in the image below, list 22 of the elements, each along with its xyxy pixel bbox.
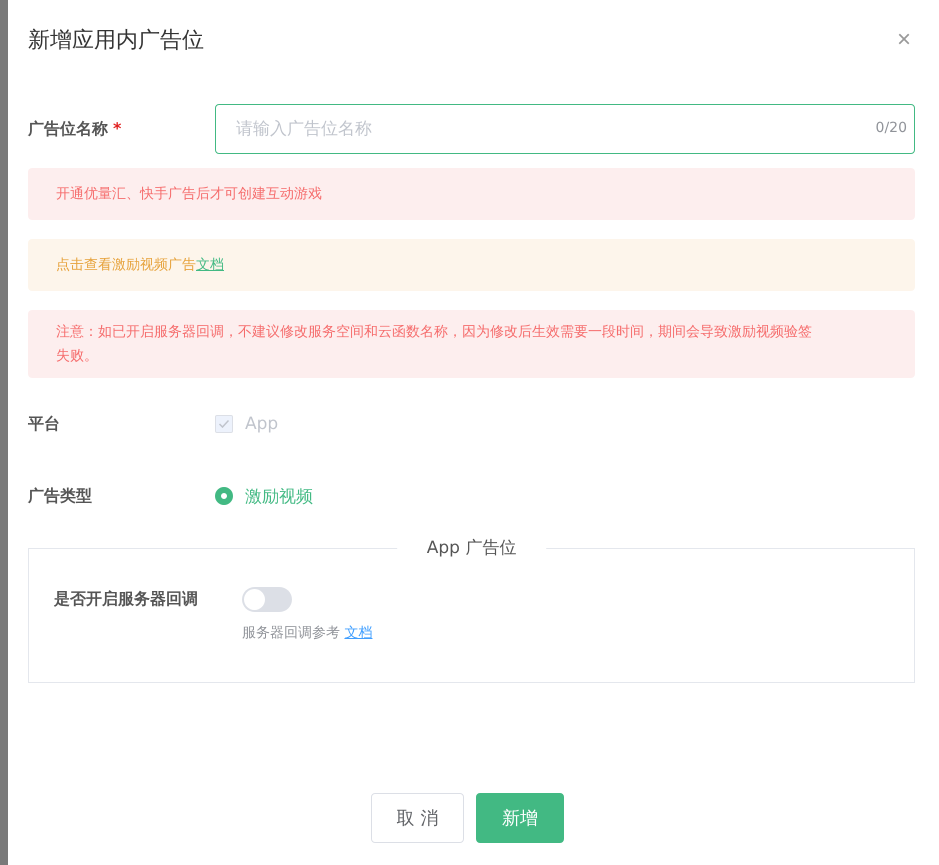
field-label: 是否开启服务器回调 [54,588,199,610]
dialog-title: 新增应用内广告位 [28,27,204,55]
field-label: 广告位名称 [28,118,108,140]
cancel-button[interactable]: 取 消 [371,793,464,843]
document-link[interactable]: 文档 [196,257,224,273]
checkbox-label: App [245,414,278,434]
field-label: 平台 [28,414,61,434]
alert-text: 注意：如已开启服务器回调，不建议修改服务空间和云函数名称，因为修改后生效需要一段时间，期间会导致激励视频验签失败。 [56,324,812,364]
radio-button[interactable] [215,487,233,505]
close-button[interactable]: × [892,28,915,52]
hint-text: 服务器回调参考 文档 [242,624,372,642]
radio-label: 激励视频 [245,486,313,508]
check-icon [218,419,230,429]
section-legend: App 广告位 [396,536,546,559]
character-counter: 0/20 [876,120,907,136]
alert-text: 点击查看激励视频广告文档 [56,257,224,273]
document-link[interactable]: 文档 [344,625,372,641]
alert-text: 开通优量汇、快手广告后才可创建互动游戏 [56,186,322,202]
field-label: 广告类型 [28,486,93,506]
submit-button[interactable]: 新增 [476,793,564,843]
required-mark: * [113,118,122,140]
toggle-switch[interactable] [242,587,292,612]
